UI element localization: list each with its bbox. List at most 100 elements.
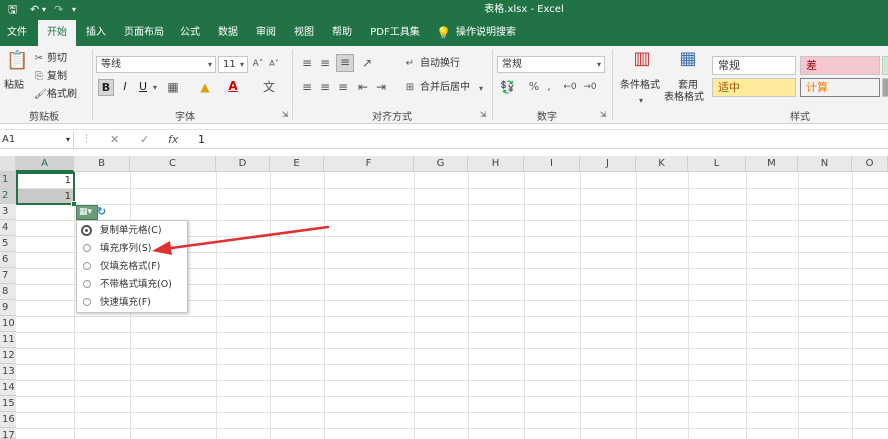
- column-header[interactable]: E: [270, 156, 324, 172]
- phonetic-icon[interactable]: 文: [262, 80, 276, 94]
- row-header[interactable]: 17: [0, 428, 16, 439]
- percent-button[interactable]: %: [528, 80, 540, 94]
- column-header[interactable]: J: [580, 156, 636, 172]
- row-header[interactable]: 6: [0, 252, 16, 268]
- align-top-icon[interactable]: ≡: [300, 56, 314, 70]
- row-header[interactable]: 5: [0, 236, 16, 252]
- font-size-combo[interactable]: 11 ▾: [218, 56, 248, 73]
- increase-indent-icon[interactable]: ⇥: [374, 80, 388, 94]
- tab-page-layout[interactable]: 页面布局: [118, 20, 170, 46]
- align-center-icon[interactable]: ≡: [318, 80, 332, 94]
- formula-input[interactable]: 1: [198, 132, 205, 147]
- increase-decimal-icon[interactable]: ←0: [562, 80, 578, 94]
- currency-icon[interactable]: 💱: [500, 80, 515, 94]
- decrease-font-icon[interactable]: A˅: [268, 57, 280, 71]
- cut-button[interactable]: 剪切: [47, 53, 67, 65]
- option-flash-fill[interactable]: 快速填充(F): [77, 294, 187, 312]
- format-painter-button[interactable]: 格式刷: [47, 89, 77, 101]
- row-header[interactable]: 14: [0, 380, 16, 396]
- decrease-indent-icon[interactable]: ⇤: [356, 80, 370, 94]
- dialog-launcher-icon[interactable]: ⇲: [280, 108, 290, 122]
- tab-pdf-tools[interactable]: PDF工具集: [364, 20, 426, 46]
- style-good[interactable]: [882, 56, 888, 75]
- number-format-combo[interactable]: 常规 ▾: [497, 56, 605, 73]
- row-header[interactable]: 3: [0, 204, 16, 220]
- grid-line: [216, 172, 217, 439]
- row-header[interactable]: 15: [0, 396, 16, 412]
- tab-data[interactable]: 数据: [212, 20, 244, 46]
- orientation-icon[interactable]: ↗: [360, 56, 374, 70]
- insert-function-icon[interactable]: fx: [168, 132, 178, 147]
- decrease-decimal-icon[interactable]: →0: [582, 80, 598, 94]
- merge-center-button[interactable]: 合并后居中: [420, 82, 470, 94]
- dialog-launcher-icon[interactable]: ⇲: [598, 108, 608, 122]
- column-header[interactable]: N: [798, 156, 852, 172]
- style-check[interactable]: [882, 78, 888, 97]
- row-header[interactable]: 12: [0, 348, 16, 364]
- select-all[interactable]: [0, 156, 16, 172]
- style-calculation[interactable]: 计算: [800, 78, 880, 97]
- font-name-combo[interactable]: 等线 ▾: [96, 56, 216, 73]
- style-neutral[interactable]: 适中: [712, 78, 796, 97]
- align-middle-icon[interactable]: ≡: [318, 56, 332, 70]
- tab-review[interactable]: 审阅: [250, 20, 282, 46]
- tab-formulas[interactable]: 公式: [174, 20, 206, 46]
- chevron-down-icon[interactable]: ▾: [476, 82, 486, 96]
- column-header[interactable]: L: [688, 156, 746, 172]
- column-header[interactable]: A: [16, 156, 74, 172]
- tab-view[interactable]: 视图: [288, 20, 320, 46]
- wrap-text-button[interactable]: 自动换行: [420, 58, 460, 70]
- tell-me-search[interactable]: 操作说明搜索: [456, 20, 526, 46]
- comma-button[interactable]: ,: [544, 80, 554, 94]
- conditional-format-button[interactable]: 条件格式: [620, 80, 660, 92]
- table-format-button-2[interactable]: 表格格式: [664, 92, 704, 104]
- underline-button[interactable]: U: [136, 80, 150, 94]
- row-header[interactable]: 1: [0, 172, 16, 188]
- dialog-launcher-icon[interactable]: ⇲: [478, 108, 488, 122]
- column-header[interactable]: I: [524, 156, 580, 172]
- name-box[interactable]: A1 ▾: [0, 132, 74, 148]
- column-header[interactable]: F: [324, 156, 414, 172]
- align-bottom-icon[interactable]: ≡: [336, 54, 354, 72]
- increase-font-icon[interactable]: A˄: [252, 57, 264, 71]
- copy-button[interactable]: 复制: [47, 71, 67, 83]
- enter-icon[interactable]: ✓: [140, 132, 149, 147]
- tab-home[interactable]: 开始: [38, 20, 76, 46]
- row-header[interactable]: 16: [0, 412, 16, 428]
- style-bad[interactable]: 差: [800, 56, 880, 75]
- bold-button[interactable]: B: [98, 79, 114, 96]
- auto-fill-options-button[interactable]: ▦▾: [76, 205, 98, 220]
- row-header[interactable]: 4: [0, 220, 16, 236]
- row-header[interactable]: 13: [0, 364, 16, 380]
- font-color-icon[interactable]: A: [226, 79, 240, 93]
- row-header[interactable]: 9: [0, 300, 16, 316]
- option-fill-formatting-only[interactable]: 仅填充格式(F): [77, 258, 187, 276]
- column-header[interactable]: C: [130, 156, 216, 172]
- row-header[interactable]: 2: [0, 188, 16, 204]
- align-right-icon[interactable]: ≡: [336, 80, 350, 94]
- column-header[interactable]: G: [414, 156, 468, 172]
- row-header[interactable]: 10: [0, 316, 16, 332]
- column-header[interactable]: O: [852, 156, 888, 172]
- paste-button[interactable]: 粘贴: [4, 80, 24, 92]
- italic-button[interactable]: I: [118, 80, 132, 94]
- tab-insert[interactable]: 插入: [80, 20, 112, 46]
- chevron-down-icon[interactable]: ▾: [150, 81, 160, 95]
- option-fill-without-formatting[interactable]: 不带格式填充(O): [77, 276, 187, 294]
- border-icon[interactable]: ▦: [166, 80, 180, 94]
- tab-file[interactable]: 文件: [0, 20, 34, 46]
- tab-help[interactable]: 帮助: [326, 20, 358, 46]
- column-header[interactable]: B: [74, 156, 130, 172]
- column-header[interactable]: M: [746, 156, 798, 172]
- align-left-icon[interactable]: ≡: [300, 80, 314, 94]
- row-header[interactable]: 8: [0, 284, 16, 300]
- row-header[interactable]: 7: [0, 268, 16, 284]
- column-header[interactable]: H: [468, 156, 524, 172]
- row-header[interactable]: 11: [0, 332, 16, 348]
- fill-color-icon[interactable]: ▲: [198, 80, 212, 94]
- cancel-icon[interactable]: ✕: [110, 132, 119, 147]
- column-header[interactable]: K: [636, 156, 688, 172]
- column-header[interactable]: D: [216, 156, 270, 172]
- table-format-button[interactable]: 套用: [678, 80, 698, 92]
- style-normal[interactable]: 常规: [712, 56, 796, 75]
